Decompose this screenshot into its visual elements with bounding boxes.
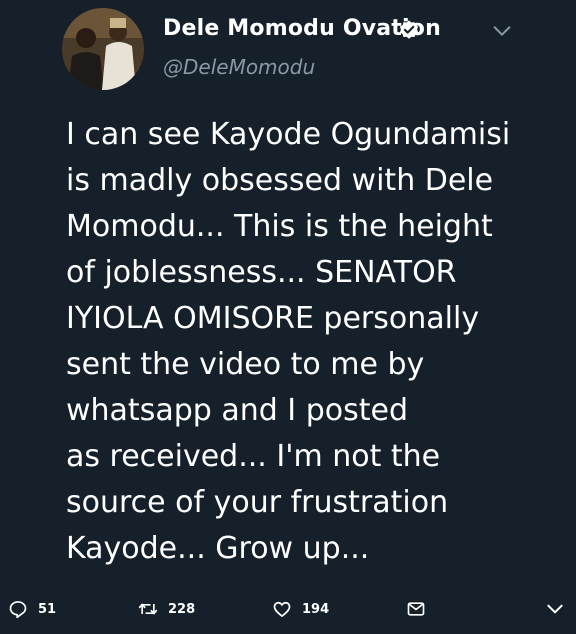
tweet-line: source of your frustration [66,485,449,520]
tweet-card: Dele Momodu Ovation @DeleMomodu I can se… [0,0,576,634]
tweet-line: as received... I'm not the [66,439,441,474]
tweet-line: of joblessness... SENATOR [66,255,457,290]
heart-icon [273,601,291,617]
direct-message-button[interactable] [406,594,426,624]
chevron-down-icon[interactable] [491,20,513,42]
avatar[interactable] [62,8,144,90]
like-button[interactable]: 194 [272,594,329,624]
retweet-icon [138,603,158,615]
like-count: 194 [302,601,330,617]
envelope-icon [407,602,425,616]
tweet-line: whatsapp and I posted [66,393,408,428]
tweet-line: sent the video to me by [66,347,425,382]
tweet-actions: 51 228 194 [0,594,576,624]
verified-badge-icon [399,20,419,39]
reply-icon [9,601,27,619]
retweet-count: 228 [168,601,196,617]
tweet-text: I can see Kayode Ogundamisi is madly obs… [66,112,536,572]
tweet-line: Kayode... Grow up... [66,531,370,566]
reply-count: 51 [38,601,57,617]
tweet-line: is madly obsessed with Dele [66,163,494,198]
author-handle[interactable]: @DeleMomodu [163,55,315,79]
tweet-line: Momodu... This is the height [66,209,493,244]
tweet-line: I can see Kayode Ogundamisi [66,117,511,152]
reply-button[interactable]: 51 [8,594,56,624]
retweet-button[interactable]: 228 [138,594,195,624]
chevron-down-icon [547,604,563,614]
more-options-button[interactable] [545,594,565,624]
tweet-line: IYIOLA OMISORE personally [66,301,480,336]
